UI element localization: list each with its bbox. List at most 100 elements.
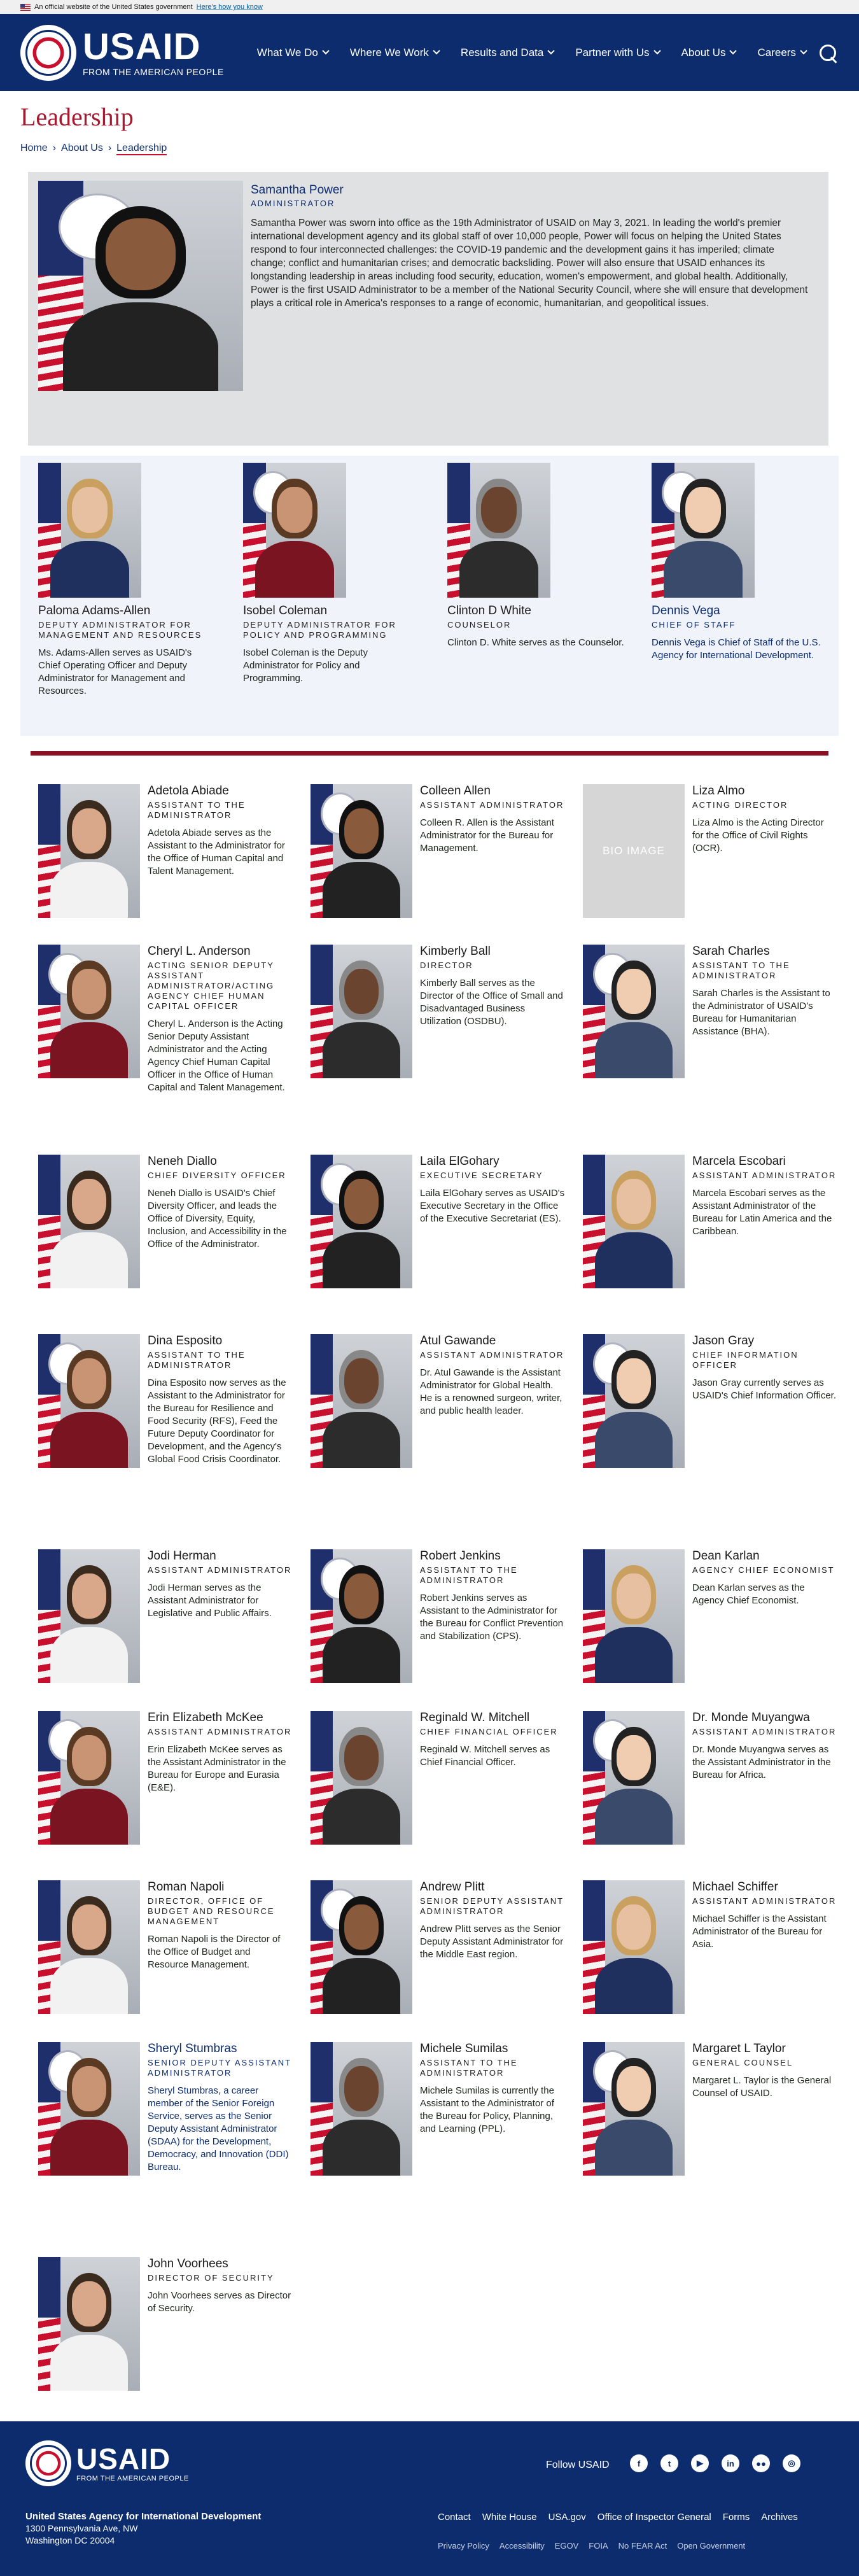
leader-bio: Dean Karlan serves as the Agency Chief E… [692, 1582, 805, 1606]
leader-name[interactable]: Andrew Plitt [420, 1880, 565, 1894]
leader-name[interactable]: Colleen Allen [420, 784, 565, 798]
leader-name[interactable]: Michele Sumilas [420, 2042, 565, 2056]
leader-name[interactable]: Margaret L Taylor [692, 2042, 837, 2056]
leader-photo [583, 1711, 685, 1845]
deputy-name[interactable]: Paloma Adams-Allen [38, 604, 216, 618]
menu-partner-with-us[interactable]: Partner with Us [575, 46, 661, 59]
leader-name[interactable]: Neneh Diallo [148, 1155, 293, 1169]
policy-link-accessibility[interactable]: Accessibility [499, 2541, 545, 2551]
leader-title: Assistant to the Administrator [692, 961, 790, 980]
leader-bio: Cheryl L. Anderson is the Acting Senior … [148, 1018, 285, 1093]
leader-bio: Roman Napoli is the Director of the Offi… [148, 1934, 281, 1970]
deputy-name[interactable]: Clinton D White [447, 604, 625, 618]
leader-title: Senior Deputy Assistant Administrator [420, 1896, 564, 1916]
deputy-name[interactable]: Dennis Vega [652, 604, 830, 618]
leader-bio: Michael Schiffer is the Assistant Admini… [692, 1913, 827, 1950]
leader-name[interactable]: Robert Jenkins [420, 1549, 565, 1563]
breadcrumb-about-us[interactable]: About Us [61, 143, 103, 155]
leader-name[interactable]: Sarah Charles [692, 945, 837, 959]
menu-where-we-work[interactable]: Where We Work [350, 46, 440, 59]
leader-title: Assistant to the Administrator [420, 1565, 518, 1585]
breadcrumb-home[interactable]: Home [20, 143, 48, 155]
deputy-title: Counselor [447, 620, 512, 630]
leader-name[interactable]: Laila ElGohary [420, 1155, 565, 1169]
leader-name[interactable]: Adetola Abiade [148, 784, 293, 798]
deputy-title: Chief of Staff [652, 620, 736, 630]
leader-name[interactable]: Reginald W. Mitchell [420, 1711, 565, 1725]
leader-name[interactable]: Marcela Escobari [692, 1155, 837, 1169]
leader-photo [311, 2042, 412, 2176]
footer-link-forms[interactable]: Forms [723, 2512, 750, 2523]
administrator-name[interactable]: Samantha Power [251, 183, 344, 197]
facebook-icon[interactable]: f [630, 2454, 648, 2472]
administrator-bio: Samantha Power was sworn into office as … [251, 218, 808, 309]
deputy-photo [243, 463, 346, 598]
leader-photo [38, 1549, 140, 1683]
leader-title: Assistant to the Administrator [420, 2058, 518, 2078]
leader-bio: John Voorhees serves as Director of Secu… [148, 2290, 291, 2314]
leader-photo [311, 945, 412, 1078]
policy-link-foia[interactable]: FOIA [589, 2541, 608, 2551]
leader-photo [583, 2042, 685, 2176]
leader-bio: Sarah Charles is the Assistant to the Ad… [692, 988, 830, 1037]
chevron-down-icon [800, 47, 807, 55]
leader-photo [311, 1711, 412, 1845]
leader-bio: Marcela Escobari serves as the Assistant… [692, 1188, 832, 1237]
footer-link-oig[interactable]: Office of Inspector General [597, 2512, 711, 2523]
menu-about-us[interactable]: About Us [681, 46, 737, 59]
instagram-icon[interactable]: ◎ [783, 2454, 800, 2472]
footer-link-usagov[interactable]: USA.gov [548, 2512, 586, 2523]
deputy-photo [38, 463, 141, 598]
breadcrumb-current[interactable]: Leadership [116, 143, 167, 155]
menu-results-and-data[interactable]: Results and Data [461, 46, 555, 59]
deputy-photo [447, 463, 550, 598]
leader-name[interactable]: Erin Elizabeth McKee [148, 1711, 293, 1725]
leader-name[interactable]: Jodi Herman [148, 1549, 293, 1563]
leader-name[interactable]: Roman Napoli [148, 1880, 293, 1894]
search-icon[interactable] [820, 45, 839, 64]
policy-link-privacy[interactable]: Privacy Policy [438, 2541, 489, 2551]
footer-link-contact[interactable]: Contact [438, 2512, 471, 2523]
deputy-bio: Clinton D. White serves as the Counselor… [447, 637, 624, 648]
footer-link-archives[interactable]: Archives [761, 2512, 798, 2523]
leader-name[interactable]: Michael Schiffer [692, 1880, 837, 1894]
leader-name[interactable]: Dr. Monde Muyangwa [692, 1711, 837, 1725]
footer-logo[interactable]: USAID FROM THE AMERICAN PEOPLE [25, 2440, 189, 2486]
usaid-logo[interactable]: USAID FROM THE AMERICAN PEOPLE [20, 24, 224, 81]
menu-what-we-do[interactable]: What We Do [257, 46, 330, 59]
gov-banner: An official website of the United States… [0, 0, 859, 14]
leader-name[interactable]: Kimberly Ball [420, 945, 565, 959]
leader-name[interactable]: Jason Gray [692, 1334, 837, 1348]
policy-link-egov[interactable]: EGOV [555, 2541, 579, 2551]
leader-name[interactable]: Dean Karlan [692, 1549, 837, 1563]
chevron-down-icon [653, 47, 661, 55]
policy-link-open-gov[interactable]: Open Government [677, 2541, 745, 2551]
linkedin-icon[interactable]: in [722, 2454, 739, 2472]
leader-name[interactable]: Dina Esposito [148, 1334, 293, 1348]
leader-photo [583, 1549, 685, 1683]
policy-link-no-fear[interactable]: No FEAR Act [618, 2541, 667, 2551]
leader-title: Executive Secretary [420, 1171, 543, 1180]
leader-name[interactable]: Liza Almo [692, 784, 837, 798]
deputy-bio: Ms. Adams-Allen serves as USAID's Chief … [38, 647, 192, 696]
leader-bio: Dina Esposito now serves as the Assistan… [148, 1377, 286, 1465]
leader-name[interactable]: John Voorhees [148, 2257, 293, 2271]
leader-bio: Jodi Herman serves as the Assistant Admi… [148, 1582, 272, 1619]
youtube-icon[interactable]: ▶ [691, 2454, 709, 2472]
leader-bio: Liza Almo is the Acting Director for the… [692, 817, 824, 854]
flickr-icon[interactable]: ●● [752, 2454, 770, 2472]
leader-photo [311, 1549, 412, 1683]
footer-link-white-house[interactable]: White House [482, 2512, 537, 2523]
us-flag-icon [20, 3, 31, 11]
deputy-name[interactable]: Isobel Coleman [243, 604, 421, 618]
leader-photo [311, 1880, 412, 2014]
chevron-down-icon [322, 47, 330, 55]
heres-how-link[interactable]: Here's how you know [197, 3, 263, 11]
twitter-icon[interactable]: t [660, 2454, 678, 2472]
leader-name[interactable]: Sheryl Stumbras [148, 2042, 293, 2056]
bio-image-placeholder: BIO IMAGE [583, 784, 685, 918]
leader-name[interactable]: Cheryl L. Anderson [148, 945, 293, 959]
menu-careers[interactable]: Careers [757, 46, 807, 59]
deputy-title: Deputy Administrator for Policy and Prog… [243, 620, 396, 640]
leader-name[interactable]: Atul Gawande [420, 1334, 565, 1348]
